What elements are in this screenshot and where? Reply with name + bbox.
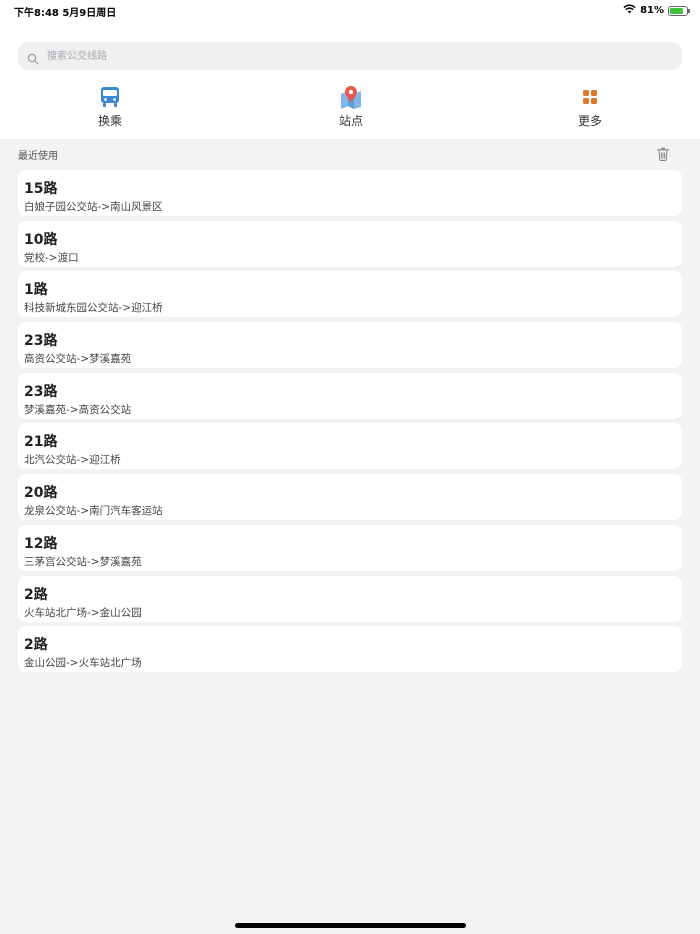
route-card[interactable]: 21路 北汽公交站->迎江桥 <box>18 423 682 470</box>
battery-icon <box>668 5 690 16</box>
header: 换乘 站点 更多 <box>0 26 700 139</box>
map-pin-icon <box>338 84 364 110</box>
route-card[interactable]: 1路 科技新城东园公交站->迎江桥 <box>18 271 682 318</box>
route-card[interactable]: 10路 党校->渡口 <box>18 220 682 267</box>
route-name: 10路 <box>24 231 58 248</box>
grid-icon <box>577 84 603 110</box>
route-name: 2路 <box>24 586 48 603</box>
route-direction: 火车站北广场->金山公园 <box>24 606 142 619</box>
search-input[interactable] <box>45 49 649 63</box>
search-icon <box>27 50 39 65</box>
route-card[interactable]: 2路 金山公园->火车站北广场 <box>18 626 682 673</box>
route-card[interactable]: 15路 白娘子园公交站->南山风景区 <box>18 170 682 216</box>
route-direction: 北汽公交站->迎江桥 <box>24 454 121 467</box>
route-direction: 三茅宫公交站->梦溪嘉苑 <box>24 555 142 568</box>
tab-stations[interactable]: 站点 <box>311 84 391 130</box>
route-direction: 金山公园->火车站北广场 <box>24 657 142 670</box>
route-name: 12路 <box>24 535 58 552</box>
status-time: 下午8:48 5月9日周日 <box>14 8 117 19</box>
search-bar[interactable] <box>18 42 682 70</box>
recent-route-list: 15路 白娘子园公交站->南山风景区 10路 党校->渡口 1路 科技新城东园公… <box>18 170 682 677</box>
bus-icon <box>97 84 123 110</box>
route-direction: 梦溪嘉苑->高资公交站 <box>24 403 132 416</box>
route-card[interactable]: 23路 高资公交站->梦溪嘉苑 <box>18 322 682 369</box>
recent-title: 最近使用 <box>18 151 58 162</box>
route-name: 20路 <box>24 485 58 502</box>
tab-stations-label: 站点 <box>338 114 363 128</box>
home-indicator[interactable] <box>235 923 466 928</box>
battery-level <box>670 7 683 14</box>
wifi-icon <box>623 4 636 17</box>
battery-percent: 81% <box>640 5 664 16</box>
route-name: 21路 <box>24 434 58 451</box>
tab-transfer[interactable]: 换乘 <box>70 84 150 130</box>
route-direction: 科技新城东园公交站->迎江桥 <box>24 302 163 315</box>
status-bar: 下午8:48 5月9日周日 81% <box>0 0 700 26</box>
recent-section-header: 最近使用 <box>0 139 700 167</box>
route-name: 1路 <box>24 282 48 299</box>
route-direction: 党校->渡口 <box>24 251 79 264</box>
route-card[interactable]: 20路 龙泉公交站->南门汽车客运站 <box>18 474 682 521</box>
trash-icon[interactable] <box>656 146 670 161</box>
tab-more-label: 更多 <box>577 114 602 128</box>
route-card[interactable]: 2路 火车站北广场->金山公园 <box>18 575 682 622</box>
route-name: 23路 <box>24 333 58 350</box>
route-name: 2路 <box>24 637 48 654</box>
route-direction: 高资公交站->梦溪嘉苑 <box>24 353 132 366</box>
route-name: 23路 <box>24 383 58 400</box>
route-direction: 龙泉公交站->南门汽车客运站 <box>24 505 163 518</box>
route-direction: 白娘子园公交站->南山风景区 <box>24 201 163 213</box>
route-name: 15路 <box>24 181 58 197</box>
route-card[interactable]: 12路 三茅宫公交站->梦溪嘉苑 <box>18 524 682 571</box>
tab-transfer-label: 换乘 <box>97 114 122 128</box>
route-card[interactable]: 23路 梦溪嘉苑->高资公交站 <box>18 372 682 419</box>
status-indicators: 81% <box>623 4 690 17</box>
tab-more[interactable]: 更多 <box>550 84 630 130</box>
tab-bar: 换乘 站点 更多 <box>0 84 700 130</box>
